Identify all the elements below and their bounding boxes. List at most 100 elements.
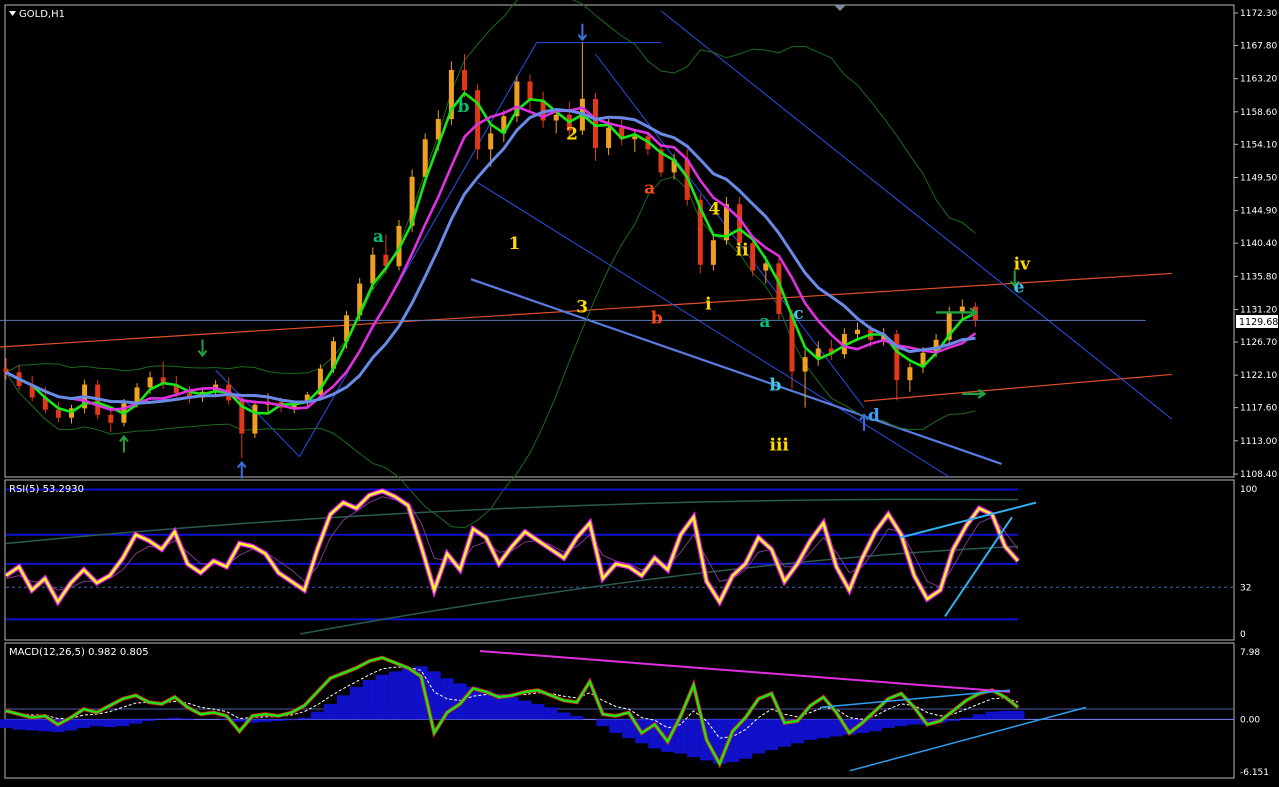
macd-histogram-bar (103, 719, 117, 728)
rsi-title: RSI(5) 53.2930 (9, 484, 84, 495)
candle-body (737, 204, 743, 244)
macd-histogram-bar (284, 719, 298, 721)
candle-body (488, 133, 494, 150)
macd-histogram-bar (233, 719, 247, 722)
candle-body (108, 414, 114, 423)
macd-histogram-bar (946, 719, 960, 722)
wave-label: a (644, 179, 655, 199)
candle-body (422, 139, 428, 177)
wave-label: iv (1014, 254, 1031, 274)
macd-histogram-bar (375, 674, 389, 720)
candle-body (527, 81, 533, 101)
wave-label: b (458, 97, 470, 117)
price-tick-label: 1126.70 (1240, 338, 1277, 348)
rsi-tick-label: 100 (1240, 485, 1257, 495)
macd-histogram-bar (544, 707, 558, 720)
symbol-title-text: GOLD,H1 (19, 9, 65, 20)
wave-label: 1 (509, 234, 521, 254)
macd-histogram-bar (687, 719, 701, 758)
macd-histogram-bar (894, 719, 908, 727)
candle-body (370, 254, 376, 284)
macd-histogram-bar (77, 719, 91, 728)
macd-histogram-bar (258, 719, 272, 722)
wave-label: a (759, 312, 770, 332)
macd-histogram-bar (868, 719, 882, 732)
macd-histogram-bar (116, 719, 130, 727)
wave-label: d (868, 406, 880, 426)
macd-histogram-bar (907, 719, 921, 725)
macd-histogram-bar (881, 719, 895, 728)
macd-histogram-bar (505, 697, 519, 720)
macd-histogram-bar (25, 719, 39, 731)
candle-body (710, 240, 716, 265)
wave-label: c (793, 304, 803, 324)
macd-histogram-bar (803, 719, 817, 740)
price-tick-label: 1154.10 (1240, 140, 1277, 150)
candle-body (252, 404, 258, 434)
rsi-tick-label: 32 (1240, 583, 1251, 593)
macd-histogram-bar (142, 719, 156, 722)
candle-body (606, 127, 612, 148)
rsi-tick-label: 0 (1240, 630, 1246, 640)
macd-histogram-bar (297, 717, 311, 720)
candle-body (435, 119, 441, 140)
macd-histogram-bar (557, 712, 571, 720)
wave-label: 2 (566, 124, 578, 144)
candle-body (855, 329, 860, 335)
wave-label: a (373, 227, 384, 247)
wave-label: 3 (576, 298, 588, 318)
wave-label: i (705, 295, 712, 315)
macd-histogram-bar (155, 718, 169, 720)
macd-histogram-bar (129, 719, 143, 724)
macd-histogram-bar (596, 719, 610, 727)
macd-histogram-bar (12, 719, 26, 730)
wave-label: e (1014, 277, 1025, 297)
price-tick-label: 1163.20 (1240, 75, 1277, 85)
macd-histogram-bar (518, 700, 532, 720)
price-tick-label: 1140.40 (1240, 239, 1277, 249)
price-tick-label: 1108.40 (1240, 470, 1277, 480)
macd-histogram-bar (271, 719, 285, 722)
macd-histogram-bar (168, 717, 182, 720)
wave-label: iii (770, 435, 790, 455)
macd-histogram-bar (401, 667, 415, 720)
macd-histogram-bar (959, 717, 973, 720)
price-tick-label: 1149.50 (1240, 173, 1277, 183)
macd-histogram-bar (570, 715, 584, 720)
macd-histogram-bar (323, 703, 337, 720)
macd-tick-label: 0.00 (1240, 715, 1260, 725)
candle-body (462, 69, 467, 91)
macd-histogram-bar (764, 719, 778, 751)
macd-histogram-bar (609, 719, 623, 734)
macd-histogram-bar (1011, 710, 1025, 720)
macd-histogram-bar (362, 679, 376, 720)
macd-histogram-bar (310, 711, 324, 720)
macd-histogram-bar (816, 719, 830, 739)
price-tick-label: 1122.10 (1240, 371, 1277, 381)
macd-tick-label: 7.98 (1240, 648, 1260, 658)
price-tick-label: 1131.20 (1240, 306, 1277, 316)
price-tick-label: 1167.80 (1240, 41, 1277, 51)
macd-histogram-bar (388, 671, 402, 720)
price-tick-label: 1158.60 (1240, 108, 1277, 118)
current-price-label: 1129.68 (1239, 317, 1278, 328)
candle-body (802, 357, 808, 372)
candle-body (475, 90, 481, 150)
chart-canvas: ab213a4iiib a cbdiiiive 1172.301167.801163… (0, 0, 1279, 783)
candle-body (55, 409, 61, 418)
macd-histogram-bar (531, 703, 545, 720)
trading-chart-window: a b 2 1 3 a 4 ii i b a c b d iii iv e 1172.30 1167.80 1163… (0, 0, 1279, 783)
candle-body (894, 334, 900, 381)
price-tick-label: 1144.90 (1240, 207, 1277, 217)
macd-histogram-bar (998, 710, 1012, 720)
wave-label: ii (736, 241, 749, 261)
candle-body (750, 243, 756, 271)
macd-histogram-bar (181, 718, 195, 720)
macd-histogram-bar (972, 714, 986, 720)
wave-label: b (651, 308, 663, 328)
wave-label: 4 (709, 200, 721, 220)
macd-histogram-bar (90, 719, 104, 727)
macd-histogram-bar (0, 719, 13, 728)
macd-title: MACD(12,26,5) 0.982 0.805 (9, 647, 149, 658)
macd-histogram-bar (752, 719, 766, 754)
